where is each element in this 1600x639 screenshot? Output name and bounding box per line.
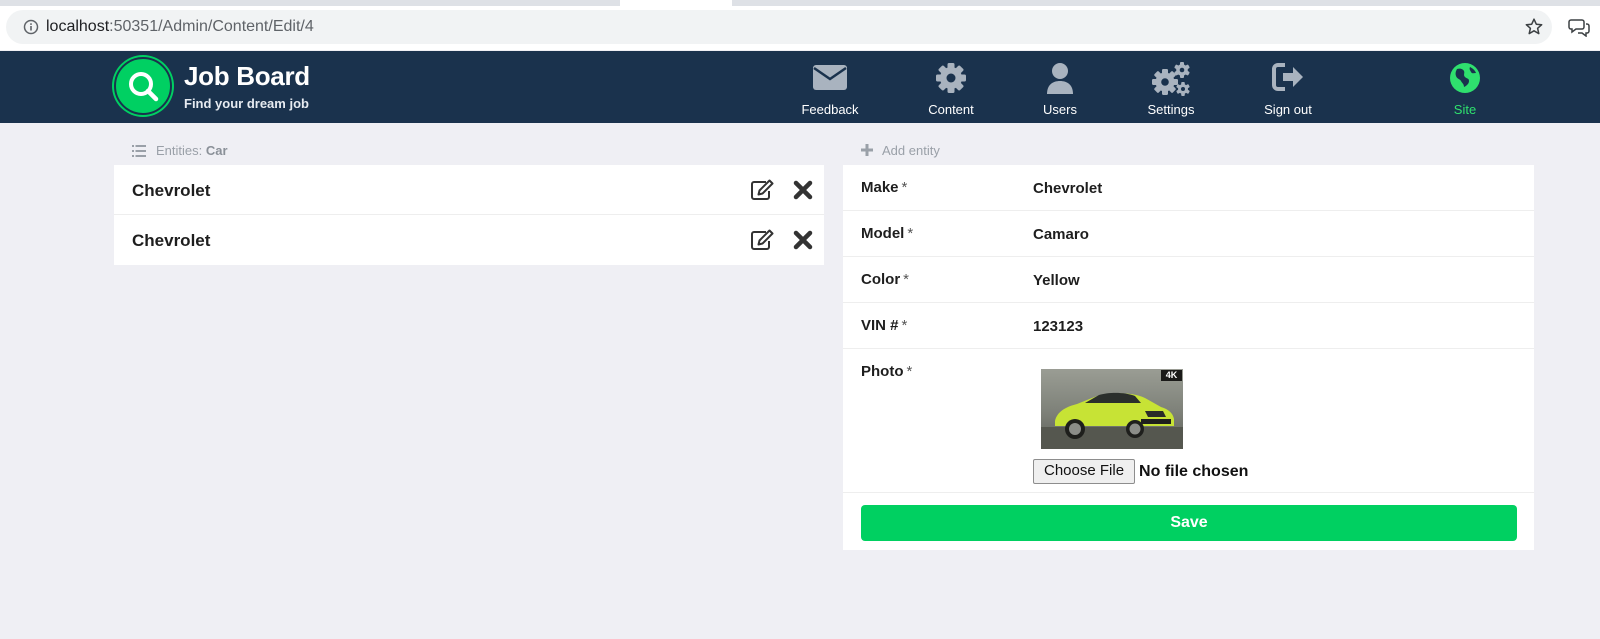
list-item[interactable]: Chevrolet	[114, 215, 824, 265]
active-tab[interactable]	[620, 0, 732, 6]
photo-badge: 4K	[1165, 370, 1178, 380]
brand-subtitle: Find your dream job	[184, 96, 309, 111]
info-icon[interactable]	[23, 19, 39, 35]
make-value[interactable]: Chevrolet	[1033, 180, 1102, 197]
plus-icon	[861, 144, 873, 156]
nav-feedback[interactable]: Feedback	[791, 51, 869, 123]
file-status: No file chosen	[1139, 462, 1249, 480]
gear-icon	[936, 63, 966, 93]
edit-icon[interactable]	[750, 179, 774, 201]
field-label-text: VIN #	[861, 317, 899, 334]
bookmark-star-icon[interactable]	[1524, 17, 1544, 37]
field-label-text: Make	[861, 179, 899, 196]
choose-file-button[interactable]: Choose File	[1033, 459, 1136, 484]
url-path: :50351/Admin/Content/Edit/4	[109, 18, 314, 35]
nav-settings[interactable]: Settings	[1132, 51, 1210, 123]
field-label: Color *	[861, 271, 909, 288]
add-entity-heading[interactable]: Add entity	[882, 143, 940, 158]
field-label-text: Model	[861, 225, 905, 242]
edit-icon[interactable]	[750, 229, 774, 251]
car-photo: 4K	[1041, 369, 1183, 449]
entities-heading: Entities: Car	[156, 143, 228, 158]
nav-label: Content	[928, 102, 974, 117]
browser-toolbar: localhost:50351/Admin/Content/Edit/4	[0, 0, 1600, 50]
logo[interactable]	[114, 57, 172, 115]
required-mark: *	[906, 363, 913, 380]
required-mark: *	[907, 225, 914, 242]
list-item-label: Chevrolet	[132, 231, 211, 250]
globe-icon	[1450, 63, 1480, 93]
car-photo-image	[1041, 369, 1183, 449]
required-mark: *	[901, 179, 908, 196]
nav-label: Settings	[1147, 102, 1195, 117]
nav-users[interactable]: Users	[1021, 51, 1099, 123]
field-label-text: Photo	[861, 363, 904, 380]
save-button[interactable]: Save	[861, 505, 1517, 541]
color-value[interactable]: Yellow	[1033, 272, 1080, 289]
nav-label: Sign out	[1264, 102, 1312, 117]
app-header: Job Board Find your dream job Feedback C…	[0, 51, 1600, 123]
envelope-icon	[813, 65, 847, 90]
entity-form: Make * Chevrolet Model * Camaro Color * Yel…	[843, 165, 1534, 550]
form-row-model: Model * Camaro	[843, 211, 1534, 257]
sign-out-icon	[1272, 63, 1303, 91]
nav-site[interactable]: Site	[1426, 51, 1504, 123]
url-text[interactable]: localhost:50351/Admin/Content/Edit/4	[46, 18, 314, 36]
form-row-photo: Photo * 4K Choose File No file chosen	[843, 349, 1534, 493]
url-host: localhost	[46, 18, 110, 35]
entity-list: Chevrolet Chevrolet	[114, 165, 824, 265]
entities-heading-prefix: Entities:	[156, 143, 203, 158]
field-label: VIN # *	[861, 317, 907, 334]
nav-label: Feedback	[801, 102, 859, 117]
form-actions: Save	[843, 493, 1534, 550]
delete-icon[interactable]	[792, 229, 814, 251]
user-icon	[1047, 63, 1073, 94]
form-row-make: Make * Chevrolet	[843, 165, 1534, 211]
form-row-color: Color * Yellow	[843, 257, 1534, 303]
delete-icon[interactable]	[792, 179, 814, 201]
list-icon	[132, 145, 146, 157]
gears-icon	[1152, 62, 1190, 96]
search-logo-icon	[129, 72, 159, 102]
nav-content[interactable]: Content	[912, 51, 990, 123]
list-item-label: Chevrolet	[132, 181, 211, 200]
tab-strip	[0, 0, 1600, 6]
entities-heading-type: Car	[205, 143, 228, 158]
field-label: Photo *	[861, 363, 912, 380]
brand-title[interactable]: Job Board	[184, 61, 310, 92]
required-mark: *	[901, 317, 908, 334]
field-label: Model *	[861, 225, 913, 242]
nav-label: Users	[1043, 102, 1077, 117]
chat-icon[interactable]	[1568, 17, 1590, 37]
vin-value[interactable]: 123123	[1033, 318, 1083, 335]
list-item[interactable]: Chevrolet	[114, 165, 824, 215]
required-mark: *	[903, 271, 910, 288]
model-value[interactable]: Camaro	[1033, 226, 1089, 243]
field-label-text: Color	[861, 271, 901, 288]
nav-label: Site	[1453, 102, 1477, 117]
form-row-vin: VIN # * 123123	[843, 303, 1534, 349]
address-bar[interactable]: localhost:50351/Admin/Content/Edit/4	[6, 10, 1552, 44]
field-label: Make *	[861, 179, 907, 196]
file-input[interactable]: Choose File No file chosen	[1033, 459, 1248, 484]
nav-sign-out[interactable]: Sign out	[1248, 51, 1328, 123]
